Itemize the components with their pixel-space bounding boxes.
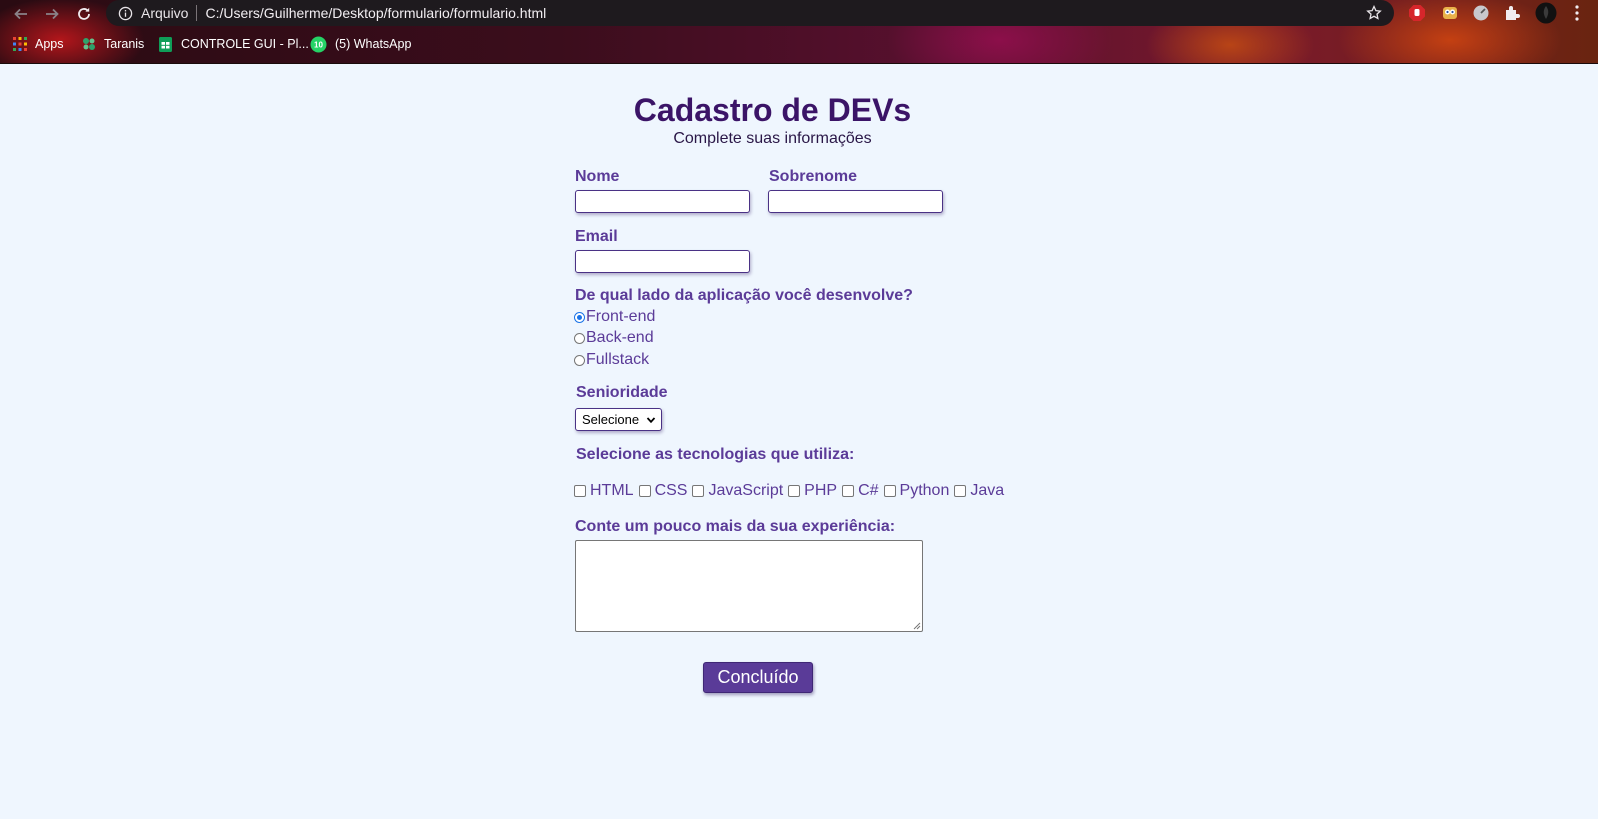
checkbox[interactable] <box>788 485 801 497</box>
address-separator <box>196 5 198 21</box>
tech-checkbox-php[interactable]: PHP <box>788 482 837 500</box>
speed-extension-icon[interactable] <box>1472 4 1490 22</box>
back-button[interactable] <box>10 3 32 25</box>
owl-extension-icon[interactable] <box>1441 4 1459 22</box>
experience-label: Conte um pouco mais da sua experiência: <box>575 518 896 535</box>
seniority-selected-value: Selecione <box>582 412 640 427</box>
radio-fullstack[interactable]: Fullstack <box>574 350 649 370</box>
bookmark-star-icon[interactable] <box>1366 4 1382 26</box>
tech-checkbox-python[interactable]: Python <box>883 482 950 500</box>
svg-text:10: 10 <box>314 40 323 49</box>
address-bar[interactable]: Arquivo C:/Users/Guilherme/Desktop/formu… <box>106 0 1394 26</box>
tech-checkbox-javascript[interactable]: JavaScript <box>692 482 783 500</box>
address-scheme-label: Arquivo <box>141 5 189 21</box>
bookmark-taranis[interactable]: Taranis <box>81 35 144 53</box>
submit-button[interactable]: Concluído <box>703 662 813 693</box>
checkbox[interactable] <box>842 485 855 497</box>
page-title: Cadastro de DEVs <box>633 92 912 128</box>
tech-checkbox-java[interactable]: Java <box>954 482 1004 500</box>
page-subtitle: Complete suas informações <box>673 130 872 147</box>
radio-label: Front-end <box>586 308 656 325</box>
resize-grip-icon[interactable] <box>913 622 921 630</box>
checkbox-label: Python <box>899 482 950 499</box>
bookmark-label: (5) WhatsApp <box>335 37 412 51</box>
sobrenome-input[interactable] <box>768 190 943 213</box>
tech-checkbox-csharp[interactable]: C# <box>842 482 879 500</box>
sobrenome-label: Sobrenome <box>769 168 858 185</box>
profile-avatar[interactable] <box>1535 2 1557 24</box>
radio-label: Back-end <box>586 329 654 346</box>
checkbox-label: JavaScript <box>708 482 784 499</box>
reload-icon <box>78 7 90 20</box>
browser-toolbar: Arquivo C:/Users/Guilherme/Desktop/formu… <box>0 0 1598 27</box>
checkbox[interactable] <box>883 485 896 497</box>
radio-front-end[interactable]: Front-end <box>574 307 655 327</box>
taranis-icon <box>81 37 96 52</box>
arrow-right-icon <box>46 8 59 20</box>
whatsapp-icon: 10 <box>310 36 327 53</box>
checkbox-label: PHP <box>804 482 838 499</box>
nome-label: Nome <box>575 168 620 185</box>
seniority-select[interactable]: Selecione <box>575 408 662 431</box>
sheets-icon <box>158 36 173 52</box>
tech-checkbox-html[interactable]: HTML <box>574 482 634 500</box>
forward-button[interactable] <box>41 3 63 25</box>
radio-button[interactable] <box>574 354 585 366</box>
adblock-extension-icon[interactable] <box>1408 4 1426 22</box>
reload-button[interactable] <box>73 3 95 25</box>
technologies-checkbox-group: HTML CSS JavaScript PHP C# Python Java <box>574 481 1009 501</box>
bookmark-apps[interactable]: Apps <box>12 35 64 53</box>
bookmark-label: Apps <box>35 37 64 51</box>
nome-input[interactable] <box>575 190 750 213</box>
seniority-label: Senioridade <box>576 384 668 401</box>
checkbox-label: CSS <box>654 482 688 499</box>
radio-button[interactable] <box>574 332 585 344</box>
tech-question-label: Selecione as tecnologias que utiliza: <box>576 446 855 463</box>
tech-checkbox-css[interactable]: CSS <box>638 482 688 500</box>
email-input[interactable] <box>575 250 750 273</box>
checkbox-label: Java <box>970 482 1005 499</box>
radio-label: Fullstack <box>586 351 650 368</box>
browser-chrome: Arquivo C:/Users/Guilherme/Desktop/formu… <box>0 0 1598 64</box>
bookmark-controle-gui[interactable]: CONTROLE GUI - Pl... <box>158 35 309 53</box>
radio-button-checked[interactable] <box>574 311 585 323</box>
experience-textarea[interactable] <box>575 540 923 632</box>
checkbox[interactable] <box>954 485 967 497</box>
checkbox[interactable] <box>692 485 705 497</box>
side-question-label: De qual lado da aplicação você desenvolv… <box>575 287 913 304</box>
bookmark-label: Taranis <box>104 37 145 51</box>
menu-kebab-icon[interactable] <box>1574 4 1582 22</box>
checkbox[interactable] <box>638 485 651 497</box>
info-icon[interactable] <box>117 5 133 21</box>
bookmark-whatsapp[interactable]: 10 (5) WhatsApp <box>310 35 411 53</box>
bookmarks-bar: Apps Taranis CONTROLE GUI - Pl... 10 (5)… <box>0 30 1598 58</box>
chevron-down-icon <box>646 417 656 424</box>
email-label: Email <box>575 228 618 245</box>
radio-back-end[interactable]: Back-end <box>574 328 654 348</box>
bookmark-label: CONTROLE GUI - Pl... <box>181 37 309 51</box>
arrow-left-icon <box>14 8 27 20</box>
checkbox-label: HTML <box>590 482 634 499</box>
address-url[interactable]: C:/Users/Guilherme/Desktop/formulario/fo… <box>205 5 546 21</box>
checkbox[interactable] <box>574 485 586 497</box>
apps-grid-icon <box>12 37 27 52</box>
extensions-puzzle-icon[interactable] <box>1503 4 1521 22</box>
checkbox-label: C# <box>858 482 879 499</box>
